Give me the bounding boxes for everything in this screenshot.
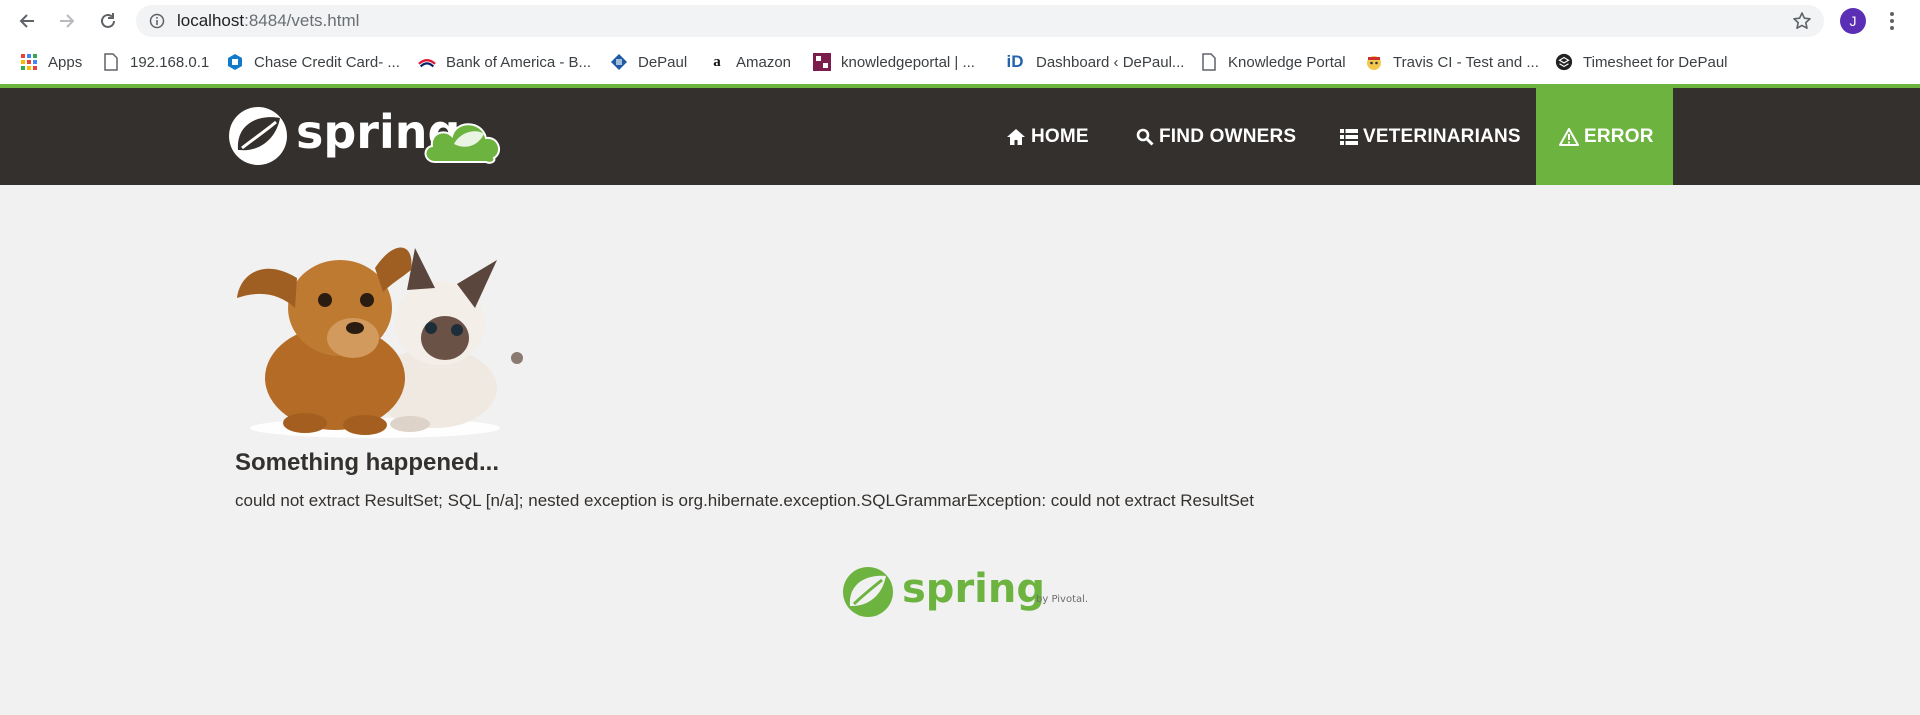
depaul-icon xyxy=(610,53,628,71)
url-text: localhost:8484/vets.html xyxy=(177,11,359,31)
url-path: :8484/vets.html xyxy=(244,11,360,30)
back-arrow-icon xyxy=(19,14,34,28)
bookmark-label: Travis CI - Test and ... xyxy=(1393,53,1539,71)
browser-toolbar: localhost:8484/vets.html J xyxy=(0,0,1920,42)
nav-error[interactable]: ERROR xyxy=(1536,88,1673,185)
site-navbar: spring HOME FIND OWNERS VETERINARIANS ER… xyxy=(0,84,1920,185)
knowledgeportal-icon xyxy=(813,53,831,71)
address-bar[interactable]: localhost:8484/vets.html xyxy=(136,5,1824,37)
nav-error-label: ERROR xyxy=(1584,125,1654,147)
bookmarks-bar: Apps 192.168.0.1 Chase Credit Card- ... … xyxy=(0,42,1920,84)
bookmark-192-168-0-1[interactable]: 192.168.0.1 xyxy=(102,50,209,74)
pets-image xyxy=(235,228,525,443)
error-headline: Something happened... xyxy=(235,449,500,476)
timesheet-icon xyxy=(1555,53,1573,71)
site-info-icon[interactable] xyxy=(149,13,165,29)
search-icon xyxy=(1136,128,1154,146)
spring-by-pivotal-logo: spring by Pivotal. xyxy=(840,562,1100,627)
forward-arrow-icon xyxy=(60,14,75,28)
forward-button[interactable] xyxy=(52,6,82,36)
bookmark-label: Chase Credit Card- ... xyxy=(254,53,400,71)
nav-veterinarians-label: VETERINARIANS xyxy=(1363,125,1521,147)
bookmark-bank-of-america[interactable]: Bank of America - B... xyxy=(418,50,591,74)
amazon-icon: a xyxy=(713,53,721,70)
bookmark-dashboard-depaul[interactable]: iD Dashboard ‹ DePaul... xyxy=(1004,50,1185,74)
bookmark-timesheet[interactable]: Timesheet for DePaul xyxy=(1555,50,1728,74)
nav-find-owners[interactable]: FIND OWNERS xyxy=(1136,88,1296,185)
warning-icon xyxy=(1559,127,1579,146)
chase-icon xyxy=(226,53,244,71)
page-icon xyxy=(102,53,120,71)
url-host: localhost xyxy=(177,11,245,30)
browser-menu-button[interactable] xyxy=(1882,8,1902,34)
apps-grid-icon xyxy=(20,53,38,71)
page-icon xyxy=(1200,53,1218,71)
bookmark-label: Apps xyxy=(48,53,83,71)
home-icon xyxy=(1007,128,1025,145)
travis-icon xyxy=(1365,53,1383,71)
bookmark-label: Dashboard ‹ DePaul... xyxy=(1036,53,1185,71)
reload-icon xyxy=(101,13,115,28)
bookmark-label: DePaul xyxy=(638,53,688,71)
bookmark-depaul[interactable]: DePaul xyxy=(610,50,687,74)
bookmark-knowledge-portal[interactable]: Knowledge Portal xyxy=(1200,50,1346,74)
bookmark-travis-ci[interactable]: Travis CI - Test and ... xyxy=(1365,50,1539,74)
bookmark-knowledgeportal[interactable]: knowledgeportal | ... xyxy=(813,50,975,74)
profile-avatar[interactable]: J xyxy=(1840,8,1866,34)
bookmark-apps[interactable]: Apps xyxy=(20,50,82,74)
list-icon xyxy=(1340,128,1358,145)
bookmark-label: knowledgeportal | ... xyxy=(841,53,975,71)
bookmark-star-icon[interactable] xyxy=(1792,11,1812,31)
footer-logo-text: spring xyxy=(902,566,1045,612)
nav-veterinarians[interactable]: VETERINARIANS xyxy=(1340,88,1521,185)
spring-petclinic-logo[interactable]: spring xyxy=(228,104,518,173)
reload-button[interactable] xyxy=(93,6,123,36)
back-button[interactable] xyxy=(12,6,42,36)
bookmark-chase[interactable]: Chase Credit Card- ... xyxy=(226,50,400,74)
bookmark-amazon[interactable]: a Amazon xyxy=(708,50,791,74)
id-icon: iD xyxy=(1006,52,1024,71)
bookmark-label: Knowledge Portal xyxy=(1228,53,1346,71)
bookmark-label: Timesheet for DePaul xyxy=(1583,53,1728,71)
nav-home[interactable]: HOME xyxy=(1006,88,1089,185)
nav-home-label: HOME xyxy=(1031,125,1089,147)
more-vert-icon xyxy=(1890,12,1894,30)
bofa-icon xyxy=(418,53,436,71)
bookmark-label: Amazon xyxy=(736,53,792,71)
nav-find-owners-label: FIND OWNERS xyxy=(1159,125,1297,147)
bookmark-label: 192.168.0.1 xyxy=(130,53,210,71)
footer-by-text: by Pivotal. xyxy=(1036,594,1088,605)
bookmark-label: Bank of America - B... xyxy=(446,53,592,71)
error-message: could not extract ResultSet; SQL [n/a]; … xyxy=(235,491,1254,510)
